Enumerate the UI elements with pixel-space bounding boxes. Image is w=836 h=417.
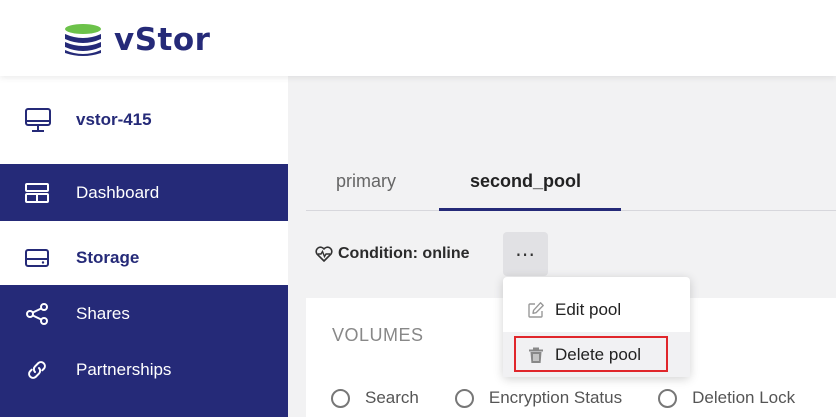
pool-actions-menu: Edit pool Delete pool <box>503 277 690 377</box>
radio-circle[interactable] <box>658 388 678 408</box>
pool-condition: Condition: online <box>315 245 470 263</box>
active-tab-indicator <box>439 208 621 211</box>
trash-icon <box>529 347 543 363</box>
logo-text: vStor <box>114 22 211 58</box>
logo[interactable]: vStor <box>62 20 210 60</box>
volume-filter-options: Search Encryption Status Deletion Lock <box>331 388 831 408</box>
monitor-icon <box>25 108 51 132</box>
menu-item-delete-pool[interactable]: Delete pool <box>503 332 690 377</box>
sidebar-item-label: Partnerships <box>76 360 172 379</box>
pool-tabs: primary second_pool <box>306 153 836 211</box>
database-icon <box>65 24 101 56</box>
filter-search-radio[interactable]: Search <box>331 388 419 408</box>
filter-encryption-status-radio[interactable]: Encryption Status <box>454 388 623 408</box>
menu-item-label: Delete pool <box>555 344 642 364</box>
menu-item-edit-pool[interactable]: Edit pool <box>503 287 690 332</box>
storage-icon <box>25 248 49 267</box>
link-icon <box>28 361 46 379</box>
sidebar-item-partnerships[interactable]: Partnerships <box>0 342 288 417</box>
sidebar-item-label: Storage <box>76 247 140 267</box>
top-bar: vStor <box>0 0 836 76</box>
tab-primary[interactable]: primary <box>336 171 396 192</box>
radio-label: Search <box>365 388 419 407</box>
volumes-title: VOLUMES <box>332 325 424 345</box>
host-name: vstor-415 <box>76 110 152 129</box>
share-icon <box>26 302 48 325</box>
edit-icon <box>528 301 544 318</box>
sidebar-item-label: Shares <box>76 303 130 323</box>
radio-circle[interactable] <box>454 388 474 408</box>
sidebar: vstor-415 Dashboard Storage Shares Partn… <box>0 76 288 417</box>
condition-text: Condition: online <box>338 245 470 262</box>
tab-second-pool[interactable]: second_pool <box>470 171 581 192</box>
heartbeat-icon <box>315 246 333 262</box>
menu-item-label: Edit pool <box>555 299 622 319</box>
dashboard-icon <box>25 182 49 203</box>
host-header[interactable]: vstor-415 <box>0 76 288 164</box>
radio-label: Encryption Status <box>488 388 623 407</box>
sidebar-item-label: Dashboard <box>76 182 160 202</box>
sidebar-item-storage[interactable]: Storage <box>0 229 288 286</box>
sidebar-item-dashboard[interactable]: Dashboard <box>0 164 288 221</box>
more-options-button[interactable]: ⋯ <box>503 232 548 276</box>
filter-deletion-lock-radio[interactable]: Deletion Lock <box>658 388 795 408</box>
radio-label: Deletion Lock <box>692 388 796 407</box>
radio-circle[interactable] <box>331 388 350 408</box>
sidebar-item-shares[interactable]: Shares <box>0 285 288 342</box>
